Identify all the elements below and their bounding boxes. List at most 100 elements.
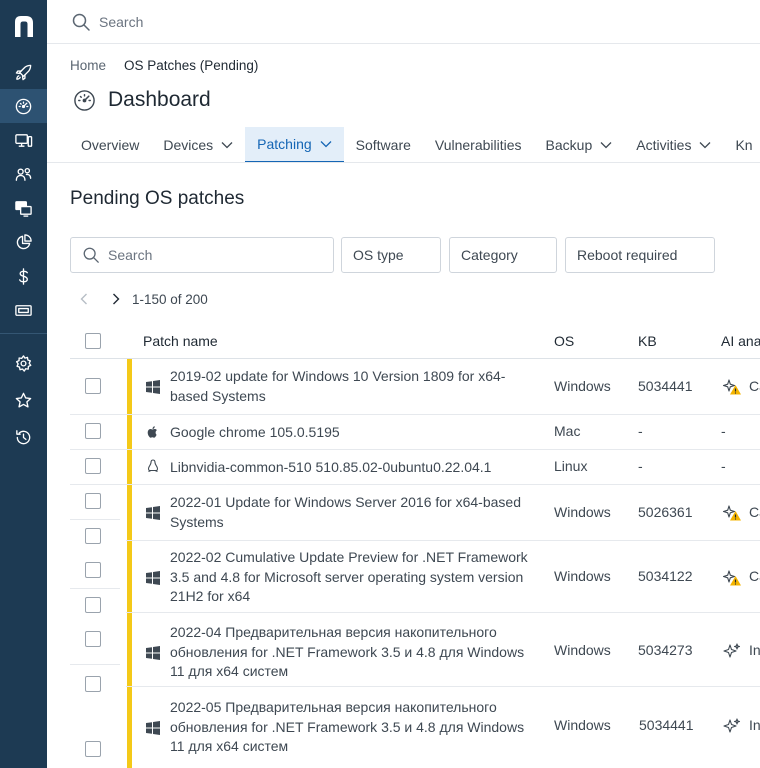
top-bar (47, 0, 760, 44)
row-checkbox[interactable] (85, 378, 101, 394)
column-header-ai-analysis[interactable]: AI ana (721, 333, 760, 349)
row-divider (70, 588, 120, 589)
previous-page-button[interactable] (70, 288, 98, 310)
devices-icon (15, 133, 33, 147)
kb-number: 5034441 (639, 717, 694, 733)
kb-number: 5034441 (638, 378, 693, 394)
row-checkbox[interactable] (85, 597, 101, 613)
row-checkbox[interactable] (85, 493, 101, 509)
pending-status-bar (127, 485, 132, 541)
patch-name: 2022-05 Предварительная версия накопител… (170, 699, 525, 754)
patch-name: Google chrome 105.0.5195 (170, 424, 340, 440)
kb-number: 5034122 (638, 568, 693, 584)
os-name: Mac (554, 423, 581, 439)
tab-activities[interactable]: Activities (624, 127, 723, 163)
table-row[interactable]: Libnvidia-common-510 510.85.02-0ubuntu0.… (70, 450, 760, 485)
sidebar-item-tickets[interactable] (0, 293, 47, 327)
category-filter[interactable]: Category (449, 237, 557, 273)
row-checkbox[interactable] (85, 423, 101, 439)
sidebar-item-getting-started[interactable] (0, 55, 47, 89)
tab-devices[interactable]: Devices (151, 127, 245, 163)
table-row[interactable]: Google chrome 105.0.5195 Mac - - (70, 415, 760, 450)
sidebar-item-favorites[interactable] (0, 383, 47, 417)
search-icon (83, 247, 99, 263)
ticket-icon (15, 304, 32, 316)
chevron-left-icon (80, 293, 87, 305)
sidebar-item-settings[interactable] (0, 346, 47, 380)
windows-icon (146, 646, 160, 660)
patch-search-field[interactable] (70, 237, 334, 273)
tab-label: Patching (257, 136, 312, 152)
global-search-input[interactable] (99, 10, 499, 34)
patch-search-input[interactable] (108, 247, 308, 263)
row-divider (70, 664, 120, 665)
column-header-patch-name[interactable]: Patch name (143, 333, 218, 349)
os-name: Windows (554, 568, 611, 584)
row-checkbox[interactable] (85, 741, 101, 757)
tab-backup[interactable]: Backup (534, 127, 625, 163)
dollar-icon (19, 267, 28, 285)
table-row[interactable]: 2022-01 Update for Windows Server 2016 f… (70, 485, 760, 544)
row-checkbox[interactable] (85, 631, 101, 647)
tab-overview[interactable]: Overview (69, 127, 151, 163)
table-header: Patch name OS KB AI ana (70, 324, 760, 359)
tab-label: Devices (163, 137, 214, 153)
breadcrumb-home-link[interactable]: Home (70, 58, 106, 73)
patch-name: 2019-02 update for Windows 10 Version 18… (170, 368, 506, 404)
sidebar-item-billing[interactable] (0, 259, 47, 293)
pending-status-bar (127, 415, 132, 450)
remote-screens-icon (15, 200, 32, 217)
sparkle-icon (723, 643, 741, 658)
pending-status-bar (127, 359, 132, 415)
tab-patching[interactable]: Patching (245, 127, 344, 163)
tab-label: Software (355, 137, 411, 153)
app-logo[interactable] (9, 9, 39, 43)
tab-software[interactable]: Software (344, 127, 423, 163)
chevron-down-icon (320, 141, 332, 148)
tab-knowledge[interactable]: Kn (723, 127, 760, 163)
windows-icon (146, 506, 160, 520)
tab-vulnerabilities[interactable]: Vulnerabilities (423, 127, 534, 163)
os-name: Windows (554, 504, 611, 520)
os-name: Windows (554, 717, 611, 733)
next-page-button[interactable] (102, 288, 130, 310)
windows-icon (146, 721, 160, 735)
os-type-filter[interactable]: OS type (341, 237, 441, 273)
page-header: Dashboard (73, 88, 211, 112)
tab-label: Activities (636, 137, 692, 153)
select-all-checkbox[interactable] (85, 333, 101, 349)
column-header-os[interactable]: OS (554, 333, 574, 349)
reboot-required-filter[interactable]: Reboot required (565, 237, 715, 273)
table-row[interactable]: 2022-02 Cumulative Update Preview for .N… (70, 541, 760, 613)
table-row[interactable]: 2022-05 Предварительная версия накопител… (70, 687, 760, 768)
section-title: Pending OS patches (70, 188, 245, 209)
sidebar-item-remote-access[interactable] (0, 191, 47, 225)
pending-status-bar (127, 450, 132, 485)
pagination-range: 1-150 of 200 (132, 291, 208, 307)
table-row[interactable]: 2019-02 update for Windows 10 Version 18… (70, 359, 760, 415)
os-name: Windows (554, 642, 611, 658)
row-checkbox[interactable] (85, 562, 101, 578)
sidebar-item-dashboard[interactable] (0, 89, 47, 123)
row-checkbox[interactable] (85, 458, 101, 474)
tab-label: Backup (545, 137, 593, 153)
column-header-kb[interactable]: KB (638, 333, 657, 349)
sidebar-item-reports[interactable] (0, 225, 47, 259)
ai-analysis-text: In (749, 642, 760, 658)
sparkle-warning-icon (722, 570, 741, 586)
pie-chart-icon (16, 233, 32, 249)
windows-icon (146, 380, 160, 394)
users-icon (15, 167, 32, 181)
sidebar-item-users[interactable] (0, 157, 47, 191)
sidebar-item-history[interactable] (0, 420, 47, 454)
tab-label: Overview (81, 137, 140, 153)
os-name: Windows (554, 378, 611, 394)
sidebar-item-devices[interactable] (0, 123, 47, 157)
table-row[interactable]: 2022-04 Предварительная версия накопител… (70, 613, 760, 692)
rocket-icon (15, 64, 32, 80)
pending-status-bar (127, 541, 132, 613)
history-icon (16, 429, 31, 444)
kb-number: 5034273 (638, 642, 693, 658)
linux-icon (147, 459, 159, 473)
tab-bar-divider (47, 162, 760, 163)
